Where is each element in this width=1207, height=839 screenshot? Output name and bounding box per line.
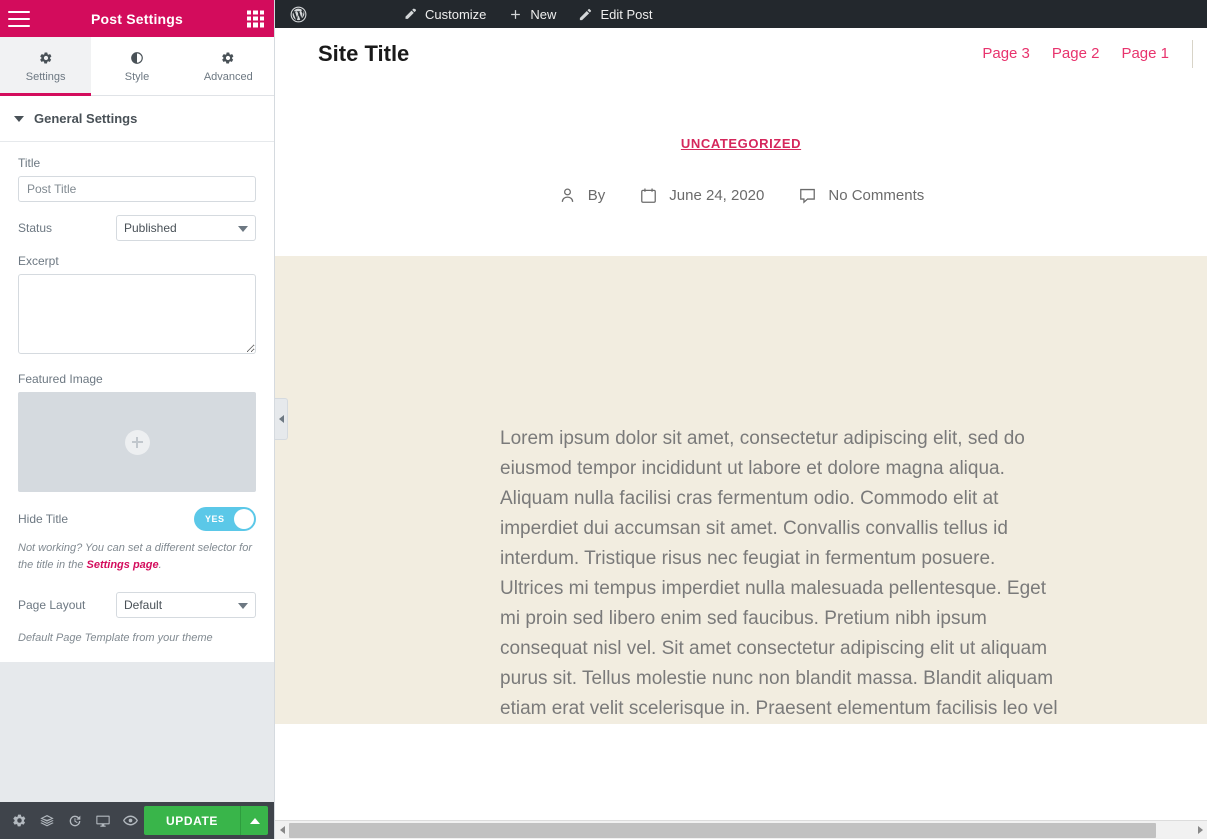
admin-bar-customize[interactable]: Customize <box>392 0 497 28</box>
tab-advanced[interactable]: Advanced <box>183 37 274 95</box>
plus-circle-icon <box>124 429 150 455</box>
post-body-text: Lorem ipsum dolor sit amet, consectetur … <box>500 428 1058 720</box>
gear-icon <box>221 50 235 66</box>
site-nav: Page 3 Page 2 Page 1 <box>982 45 1207 62</box>
status-select[interactable]: Published <box>116 215 256 241</box>
admin-bar-customize-label: Customize <box>425 6 487 22</box>
hide-title-toggle-state: YES <box>205 514 225 524</box>
scrollbar-thumb[interactable] <box>289 822 1156 838</box>
admin-bar-new-label: New <box>530 6 557 22</box>
comment-bubble-icon <box>800 188 816 204</box>
wordpress-admin-bar: Customize New Edit Post <box>275 0 1207 28</box>
panel-footer-toolbar: UPDATE <box>0 802 274 839</box>
post-date-meta: June 24, 2020 <box>639 186 764 205</box>
post-comments-meta: No Comments <box>798 186 924 205</box>
elementor-settings-panel: Post Settings Settings Style Advanced Ge… <box>0 0 275 839</box>
post-comments-label: No Comments <box>828 187 925 204</box>
header-divider <box>1192 40 1193 68</box>
post-meta-row: By June 24, 2020 No Comments <box>275 186 1207 256</box>
responsive-mode-icon[interactable] <box>89 802 117 839</box>
title-input[interactable] <box>18 176 256 202</box>
post-author-meta: By <box>558 186 606 205</box>
panel-collapse-handle[interactable] <box>275 398 288 440</box>
excerpt-group: Excerpt <box>18 254 256 359</box>
tab-settings[interactable]: Settings <box>0 37 92 96</box>
hide-title-row: Hide Title YES <box>18 507 256 531</box>
featured-image-dropzone[interactable] <box>18 392 256 492</box>
gear-icon <box>39 50 53 66</box>
post-author-label: By <box>587 187 606 204</box>
caret-up-icon <box>249 817 260 824</box>
featured-image-label: Featured Image <box>18 372 103 386</box>
calendar-icon <box>641 188 657 203</box>
tab-settings-label: Settings <box>25 70 66 83</box>
post-content-inner: Lorem ipsum dolor sit amet, consectetur … <box>500 424 1062 724</box>
post-date-label: June 24, 2020 <box>669 187 765 204</box>
update-options-caret[interactable] <box>240 806 269 835</box>
title-field-label: Title <box>18 156 41 170</box>
half-circle-contrast-icon <box>130 50 144 66</box>
admin-bar-edit-post-label: Edit Post <box>600 6 653 22</box>
page-layout-select-wrap: Default <box>116 592 256 619</box>
nav-link-page-3[interactable]: Page 3 <box>982 45 1030 62</box>
wordpress-dashboard-icon[interactable] <box>275 5 320 24</box>
admin-bar-new[interactable]: New <box>497 0 567 28</box>
page-layout-label: Page Layout <box>18 598 86 613</box>
hide-title-label: Hide Title <box>18 512 69 526</box>
status-field-label: Status <box>18 221 53 235</box>
preview-eye-icon[interactable] <box>116 802 144 839</box>
history-icon[interactable] <box>61 802 89 839</box>
general-settings-body: Title Status Published Excerpt Featured … <box>0 142 274 663</box>
post-category-link[interactable]: UNCATEGORIZED <box>681 136 801 151</box>
caret-down-icon <box>14 115 24 122</box>
update-button-group: UPDATE <box>143 806 269 835</box>
post-content-area: Lorem ipsum dolor sit amet, consectetur … <box>275 256 1207 725</box>
status-select-wrap: Published <box>116 215 256 241</box>
person-icon <box>561 188 574 202</box>
general-settings-title: General Settings <box>34 111 138 126</box>
panel-title: Post Settings <box>90 10 184 27</box>
excerpt-textarea[interactable] <box>18 274 256 354</box>
scroll-left-arrow-icon[interactable] <box>275 821 289 839</box>
update-button[interactable]: UPDATE <box>143 806 241 835</box>
settings-page-link[interactable]: Settings page <box>87 559 159 571</box>
site-header: Site Title Page 3 Page 2 Page 1 <box>275 28 1207 79</box>
site-preview-frame: Customize New Edit Post Site Title Page … <box>275 0 1207 839</box>
scrollbar-track[interactable] <box>289 821 1193 839</box>
widgets-grid-icon[interactable] <box>247 10 264 27</box>
admin-bar-edit-post[interactable]: Edit Post <box>567 0 663 28</box>
general-settings-section-header[interactable]: General Settings <box>0 96 274 142</box>
panel-empty-area <box>0 662 274 802</box>
hide-title-toggle[interactable]: YES <box>194 507 256 531</box>
preview-horizontal-scrollbar[interactable] <box>275 820 1207 839</box>
help-text-post: . <box>158 559 162 572</box>
page-layout-row: Page Layout Default <box>18 592 256 619</box>
site-title[interactable]: Site Title <box>318 41 409 67</box>
tab-advanced-label: Advanced <box>203 70 253 83</box>
nav-link-page-2[interactable]: Page 2 <box>1052 45 1100 62</box>
excerpt-field-label: Excerpt <box>18 254 59 268</box>
page-layout-select[interactable]: Default <box>116 592 256 619</box>
hide-title-help-text: Not working? You can set a different sel… <box>18 540 256 574</box>
post-meta-block: UNCATEGORIZED By June 24, 2020 No Commen… <box>275 79 1207 256</box>
hamburger-menu-icon[interactable] <box>8 10 30 27</box>
panel-tabs: Settings Style Advanced <box>0 37 274 96</box>
elementor-editor-root: Post Settings Settings Style Advanced Ge… <box>0 0 1207 839</box>
panel-header: Post Settings <box>0 0 274 37</box>
tab-style-label: Style <box>124 70 150 83</box>
featured-image-group: Featured Image <box>18 372 256 492</box>
status-row: Status Published <box>18 215 256 241</box>
gear-icon[interactable] <box>6 802 34 839</box>
chevron-left-icon <box>278 415 284 423</box>
nav-link-page-1[interactable]: Page 1 <box>1121 45 1169 62</box>
page-layout-note: Default Page Template from your theme <box>18 632 213 645</box>
scroll-right-arrow-icon[interactable] <box>1193 821 1207 839</box>
toggle-knob <box>234 509 254 529</box>
tab-style[interactable]: Style <box>91 37 182 95</box>
layers-icon[interactable] <box>34 802 62 839</box>
